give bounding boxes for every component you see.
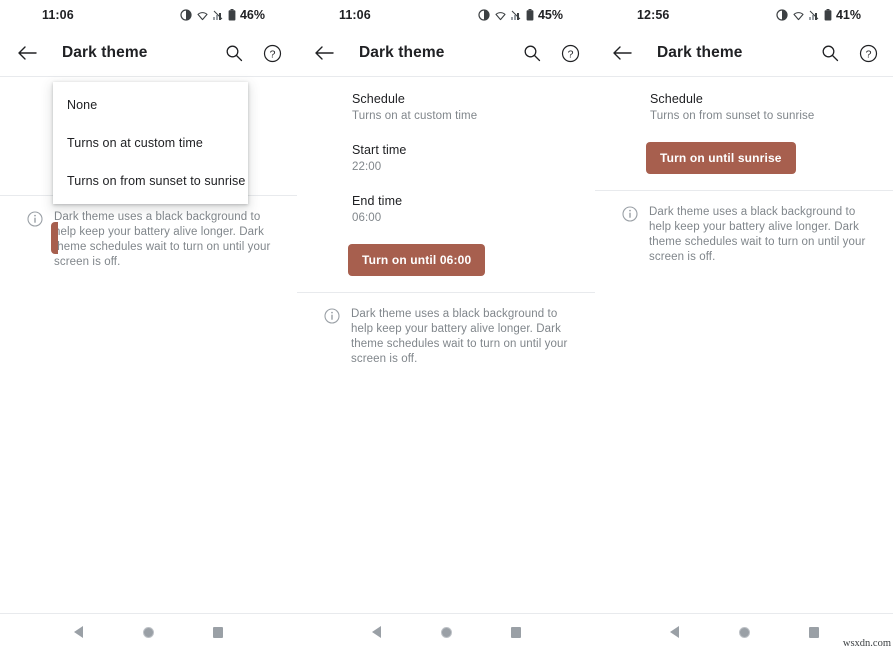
do-not-disturb-icon — [478, 9, 490, 21]
cta-container: Turn on until sunrise — [595, 142, 893, 190]
phone-screen-custom-time: 11:06 45% Dark theme — [297, 0, 595, 613]
setting-title: End time — [352, 193, 579, 209]
turn-on-until-button[interactable]: Turn on until sunrise — [646, 142, 796, 174]
cell-signal-icon — [809, 10, 820, 20]
do-not-disturb-icon — [776, 9, 788, 21]
info-block: Dark theme uses a black background to he… — [297, 292, 595, 367]
schedule-dropdown-menu[interactable]: None Turns on at custom time Turns on fr… — [53, 82, 248, 204]
page-title: Dark theme — [657, 44, 742, 62]
battery-percent: 45% — [538, 8, 563, 22]
navigation-bar: wsxdn.com — [595, 614, 893, 650]
setting-value: Turns on at custom time — [352, 108, 579, 124]
wifi-icon — [196, 10, 209, 21]
battery-percent: 41% — [836, 8, 861, 22]
info-circle-icon — [611, 205, 649, 265]
nav-recents-square-icon[interactable] — [506, 622, 526, 642]
setting-title: Schedule — [650, 91, 877, 107]
info-block: Dark theme uses a black background to he… — [595, 190, 893, 265]
back-button[interactable] — [14, 40, 40, 66]
status-clock: 11:06 — [339, 8, 371, 22]
obscured-cta-button[interactable] — [51, 222, 58, 254]
setting-value: 22:00 — [352, 159, 579, 175]
svg-text:?: ? — [865, 48, 871, 60]
android-navigation-bars: wsxdn.com — [0, 613, 893, 650]
nav-back-triangle-icon[interactable] — [664, 622, 684, 642]
help-button[interactable]: ? — [857, 42, 879, 64]
menu-item-none[interactable]: None — [53, 86, 248, 124]
status-clock: 11:06 — [42, 8, 74, 22]
nav-home-circle-icon[interactable] — [734, 622, 754, 642]
page-title: Dark theme — [62, 44, 147, 62]
battery-icon — [228, 9, 236, 21]
screenshot-panels: 11:06 46% Dark theme — [0, 0, 893, 613]
do-not-disturb-icon — [180, 9, 192, 21]
settings-content: Schedule Turns on at custom time Start t… — [297, 76, 595, 367]
search-button[interactable] — [819, 42, 841, 64]
search-button[interactable] — [223, 42, 245, 64]
phone-screen-sunset-sunrise: 12:56 41% Dark theme — [595, 0, 893, 613]
turn-on-until-button[interactable]: Turn on until 06:00 — [348, 244, 485, 276]
app-bar: Dark theme ? — [595, 30, 893, 76]
nav-back-triangle-icon[interactable] — [69, 622, 89, 642]
search-button[interactable] — [521, 42, 543, 64]
phone-screen-schedule-menu: 11:06 46% Dark theme — [0, 0, 297, 613]
status-icons: 46% — [180, 8, 265, 22]
app-bar-actions: ? — [819, 42, 879, 64]
setting-row-end-time[interactable]: End time 06:00 — [297, 193, 595, 226]
navigation-bar — [297, 614, 595, 650]
info-text: Dark theme uses a black background to he… — [351, 307, 579, 367]
settings-content: Schedule Turns on from sunset to sunrise… — [595, 76, 893, 265]
wifi-icon — [494, 10, 507, 21]
setting-value: Turns on from sunset to sunrise — [650, 108, 877, 124]
status-clock: 12:56 — [637, 8, 669, 22]
nav-recents-square-icon[interactable] — [804, 622, 824, 642]
setting-value: 06:00 — [352, 210, 579, 226]
setting-row-start-time[interactable]: Start time 22:00 — [297, 142, 595, 175]
setting-row-schedule[interactable]: Schedule Turns on at custom time — [297, 91, 595, 124]
menu-item-custom-time[interactable]: Turns on at custom time — [53, 124, 248, 162]
cta-container: Turn on until 06:00 — [297, 244, 595, 292]
navigation-bar — [0, 614, 297, 650]
wifi-icon — [792, 10, 805, 21]
battery-percent: 46% — [240, 8, 265, 22]
svg-text:?: ? — [567, 48, 573, 60]
setting-row-schedule[interactable]: Schedule Turns on from sunset to sunrise — [595, 91, 893, 124]
nav-back-triangle-icon[interactable] — [366, 622, 386, 642]
app-bar: Dark theme ? — [0, 30, 297, 76]
setting-title: Start time — [352, 142, 579, 158]
status-bar: 11:06 45% — [297, 0, 595, 30]
status-icons: 41% — [776, 8, 861, 22]
info-circle-icon — [313, 307, 351, 367]
nav-home-circle-icon[interactable] — [436, 622, 456, 642]
site-watermark: wsxdn.com — [843, 638, 891, 649]
setting-title: Schedule — [352, 91, 579, 107]
cell-signal-icon — [213, 10, 224, 20]
battery-icon — [526, 9, 534, 21]
status-icons: 45% — [478, 8, 563, 22]
info-circle-icon — [16, 210, 54, 270]
help-button[interactable]: ? — [261, 42, 283, 64]
info-block: Dark theme uses a black background to he… — [0, 195, 297, 270]
help-button[interactable]: ? — [559, 42, 581, 64]
cell-signal-icon — [511, 10, 522, 20]
back-button[interactable] — [311, 40, 337, 66]
back-button[interactable] — [609, 40, 635, 66]
nav-recents-square-icon[interactable] — [208, 622, 228, 642]
nav-home-circle-icon[interactable] — [138, 622, 158, 642]
info-text: Dark theme uses a black background to he… — [54, 210, 281, 270]
info-text: Dark theme uses a black background to he… — [649, 205, 877, 265]
app-bar-actions: ? — [521, 42, 581, 64]
svg-text:?: ? — [269, 48, 275, 60]
page-title: Dark theme — [359, 44, 444, 62]
status-bar: 12:56 41% — [595, 0, 893, 30]
status-bar: 11:06 46% — [0, 0, 297, 30]
app-bar-actions: ? — [223, 42, 283, 64]
battery-icon — [824, 9, 832, 21]
app-bar: Dark theme ? — [297, 30, 595, 76]
menu-item-sunset-sunrise[interactable]: Turns on from sunset to sunrise — [53, 162, 248, 200]
